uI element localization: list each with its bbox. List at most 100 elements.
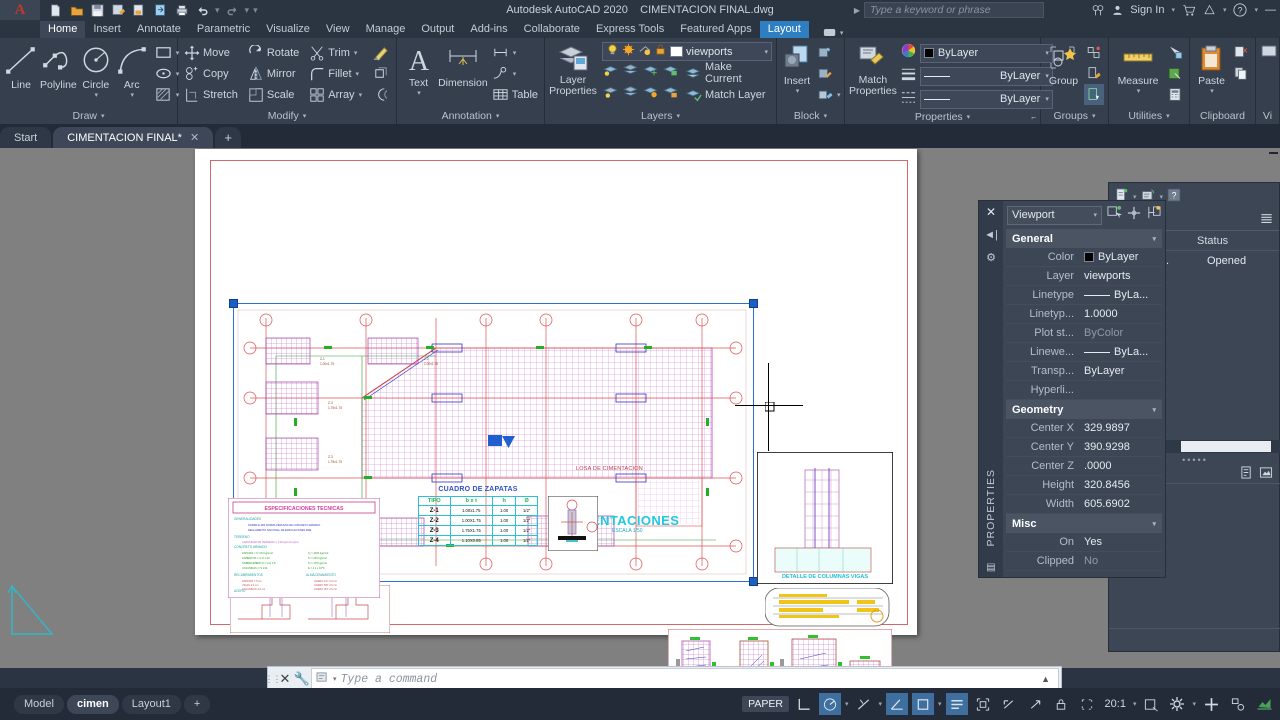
paste-button[interactable]: Paste ▾ (1194, 42, 1229, 95)
ribbon-tab-collaborate[interactable]: Collaborate (516, 21, 588, 38)
property-row[interactable]: Linewe...ByLa... (1006, 343, 1162, 362)
make-current-button[interactable]: Make Current (682, 62, 772, 83)
plot-icon[interactable] (172, 1, 191, 19)
match-properties-button[interactable]: Match Properties (849, 42, 897, 97)
layout-tab-model[interactable]: Model (14, 695, 64, 714)
rotate-button[interactable]: Rotate (246, 42, 301, 63)
freeze-icon[interactable] (622, 43, 635, 61)
properties-group-header-misc[interactable]: Misc▾ (1006, 514, 1162, 533)
ribbon-tab-manage[interactable]: Manage (358, 21, 414, 38)
scale-dropdown-caret-icon[interactable]: ▾ (1133, 700, 1137, 708)
viewport-lock-icon[interactable] (1050, 693, 1072, 715)
explode-button[interactable] (370, 63, 391, 84)
command-prefix-icon[interactable] (316, 670, 329, 688)
quick-select-button[interactable] (1165, 42, 1185, 63)
arc-dropdown-caret-icon[interactable]: ▾ (131, 91, 135, 99)
property-row[interactable]: Height320.8456 (1006, 476, 1162, 495)
groups-panel-title[interactable]: Groups ▾ (1041, 108, 1108, 124)
search-input[interactable]: Type a keyword or phrase (864, 2, 1044, 18)
property-value[interactable]: ByLayer (1080, 251, 1162, 263)
search-people-icon[interactable] (1091, 4, 1105, 17)
properties-group-header-geometry[interactable]: Geometry▾ (1006, 400, 1162, 419)
undo-icon[interactable] (193, 1, 212, 19)
polar-dropdown-caret-icon[interactable]: ▾ (845, 700, 849, 708)
ribbon-tab-view[interactable]: View (318, 21, 358, 38)
calculator-button[interactable] (1165, 84, 1185, 105)
layers-panel-expand-icon[interactable]: ▾ (677, 112, 681, 120)
preview-icon[interactable] (1259, 466, 1273, 484)
leader-button[interactable]: ▾ (490, 63, 540, 84)
window-minimize-strip[interactable] (1269, 152, 1278, 154)
attribute-dropdown-caret-icon[interactable]: ▾ (837, 91, 841, 99)
annotation-scale-icon[interactable] (1140, 693, 1162, 715)
view-panel-icon[interactable] (1260, 44, 1278, 62)
viewport-restore-icon[interactable] (1024, 693, 1046, 715)
file-tab-cimentacion-final-[interactable]: CIMENTACION FINAL*✕ (53, 127, 213, 148)
property-row[interactable]: Plot st...ByColor (1006, 324, 1162, 343)
table-button[interactable]: Table (490, 84, 540, 105)
help-icon[interactable]: ? (1167, 188, 1181, 207)
polar-tracking-icon[interactable] (819, 693, 841, 715)
properties-group-header-general[interactable]: General▾ (1006, 229, 1162, 248)
layer-selector[interactable]: viewports ▾ (602, 42, 772, 61)
ribbon-tab-featured-apps[interactable]: Featured Apps (672, 21, 760, 38)
lock-layer-icon[interactable] (638, 43, 651, 61)
layer-dropdown-caret-icon[interactable]: ▾ (764, 48, 768, 56)
help-icon[interactable]: ? (1233, 3, 1247, 17)
layer-tool-icon-8[interactable] (662, 84, 679, 105)
quick-select-icon[interactable] (1107, 205, 1122, 225)
new-tab-button[interactable]: + (215, 127, 241, 148)
group-edit-button[interactable] (1084, 63, 1104, 84)
cut-button[interactable] (1231, 42, 1251, 63)
property-row[interactable]: ColorByLayer (1006, 248, 1162, 267)
ribbon-tab-output[interactable]: Output (413, 21, 462, 38)
annotation-visibility-icon[interactable] (912, 693, 934, 715)
view-panel-title[interactable]: Vi (1256, 108, 1279, 124)
plot-preview-icon[interactable] (130, 1, 149, 19)
chevron-up-icon[interactable]: ▲ (1041, 674, 1054, 684)
property-row[interactable]: Center Y390.9298 (1006, 438, 1162, 457)
paste-dropdown-caret-icon[interactable]: ▾ (1210, 87, 1214, 95)
redo-dropdown-caret[interactable]: ▾ (244, 5, 251, 16)
properties-panel-expand-icon[interactable]: ▾ (967, 113, 971, 121)
property-row[interactable]: Transp...ByLayer (1006, 362, 1162, 381)
autodesk-app-icon[interactable] (1203, 4, 1216, 16)
layer-on-icon[interactable] (606, 43, 619, 61)
modify-panel-title[interactable]: Modify ▾ (178, 108, 396, 124)
property-row[interactable]: Width605.6902 (1006, 495, 1162, 514)
wrench-icon[interactable]: 🔧 (293, 671, 311, 687)
trim-button[interactable]: Trim ▾ (307, 42, 364, 63)
copy-button[interactable]: Copy (182, 63, 240, 84)
ribbon-tab-insert[interactable]: Insert (85, 21, 129, 38)
circle-dropdown-caret-icon[interactable]: ▾ (95, 91, 99, 99)
details-icon[interactable] (1240, 466, 1253, 484)
layer-tool-icon-1[interactable] (602, 62, 619, 83)
command-input[interactable]: ▾ Type a command ▲ (311, 668, 1059, 690)
new-icon[interactable] (46, 1, 65, 19)
stretch-button[interactable]: Stretch (182, 84, 240, 105)
measure-dropdown-caret-icon[interactable]: ▾ (1137, 87, 1141, 95)
osnap-icon[interactable] (853, 693, 875, 715)
erase-button[interactable] (370, 42, 391, 63)
property-row[interactable]: Linetyp...1.0000 (1006, 305, 1162, 324)
layer-tool-icon-5[interactable] (602, 84, 619, 105)
block-panel-title[interactable]: Block ▾ (777, 108, 844, 124)
utilities-panel-expand-icon[interactable]: ▾ (1166, 112, 1170, 120)
cart-icon[interactable] (1182, 4, 1196, 17)
properties-panel-title[interactable]: Properties ▾ ⌐ (845, 110, 1040, 124)
property-value[interactable]: viewports (1080, 270, 1162, 282)
property-row[interactable]: LinetypeByLa... (1006, 286, 1162, 305)
close-icon[interactable]: ✕ (986, 205, 996, 219)
edit-block-button[interactable] (815, 63, 843, 84)
viewport-grip-tr[interactable] (749, 299, 758, 308)
move-button[interactable]: Move (182, 42, 240, 63)
line-button[interactable]: Line (4, 42, 38, 91)
save-as-icon[interactable] (109, 1, 128, 19)
insert-dropdown-caret-icon[interactable]: ▾ (796, 87, 800, 95)
viewport-max-icon[interactable] (998, 693, 1020, 715)
layout-tab-cimen[interactable]: cimen (67, 695, 119, 714)
layer-tool-icon-6[interactable] (622, 84, 639, 105)
auto-hide-icon[interactable]: ◄| (984, 229, 998, 241)
chevron-down-icon[interactable]: ▾ (1152, 235, 1156, 243)
properties-palette[interactable]: ✕ ◄| ⚙ PROPERTIES ▤ Viewport ▾ General▾C… (978, 200, 1166, 578)
